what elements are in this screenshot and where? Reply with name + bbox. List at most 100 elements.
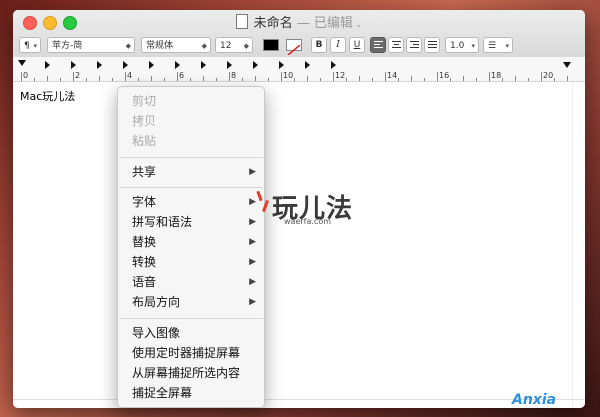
menu-item-copy[interactable]: 拷贝 [132, 113, 256, 129]
ruler-tick [346, 78, 347, 81]
paragraph-icon: ¶ [24, 41, 30, 51]
ruler-tick [320, 78, 321, 81]
ruler-tick [190, 78, 191, 81]
ruler-tick [60, 78, 61, 81]
menu-item-speech[interactable]: 语音 ▶ [132, 274, 256, 290]
submenu-arrow-icon: ▶ [249, 167, 256, 177]
bottom-divider [13, 399, 585, 400]
align-right-button[interactable] [406, 37, 422, 53]
menu-item-label: 布局方向 [132, 295, 181, 309]
background-color-well[interactable] [286, 39, 302, 56]
tab-stop-marker[interactable] [71, 61, 76, 69]
ruler-label: 10 [283, 71, 294, 80]
ruler-tick [502, 78, 503, 81]
tab-stop-marker[interactable] [123, 61, 128, 69]
ruler-tick [21, 72, 22, 81]
watermark-url: waerfa.com [284, 217, 332, 226]
ruler-tick [203, 76, 204, 81]
no-color-slash-icon [287, 44, 301, 56]
text-color-well[interactable] [263, 39, 279, 51]
ruler-tick [294, 78, 295, 81]
menu-item-capture-selection[interactable]: 从屏幕捕捉所选内容 [132, 365, 256, 381]
right-margin-marker[interactable] [563, 62, 571, 68]
menu-item-font[interactable]: 字体 ▶ [132, 194, 256, 210]
menu-separator [119, 187, 263, 188]
tab-stop-marker[interactable] [201, 61, 206, 69]
ruler-tick [138, 78, 139, 81]
document-text[interactable]: Mac玩儿法 [20, 88, 75, 104]
ruler[interactable]: 0 2 4 6 8 10 12 14 16 18 20 [13, 57, 585, 82]
format-toolbar: ¶ ▾ 苹方-简 ◆ 常规体 ◆ 12 ◆ B I U 1.0 ▾ ☰ ▾ [13, 35, 585, 57]
menu-item-spelling[interactable]: 拼写和语法 ▶ [132, 214, 256, 230]
ruler-tick [242, 78, 243, 81]
tab-stop-marker[interactable] [175, 61, 180, 69]
menu-item-label: 字体 [132, 195, 157, 209]
ruler-tick [359, 76, 360, 81]
ruler-label: 0 [23, 71, 29, 80]
ruler-tick [411, 76, 412, 81]
brand-watermark: Anxia [512, 392, 557, 408]
menu-item-import-image[interactable]: 导入图像 [132, 325, 256, 341]
align-center-button[interactable] [388, 37, 404, 53]
ruler-tick [398, 78, 399, 81]
menu-item-paste[interactable]: 粘贴 [132, 133, 256, 149]
underline-button[interactable]: U [349, 37, 365, 53]
menu-item-transformations[interactable]: 转换 ▶ [132, 254, 256, 270]
justify-button[interactable] [424, 37, 440, 53]
ruler-tick [554, 78, 555, 81]
line-spacing-popup[interactable]: 1.0 ▾ [445, 37, 479, 53]
ruler-tick [372, 78, 373, 81]
ruler-tick [86, 78, 87, 81]
ruler-tick [164, 78, 165, 81]
align-center-icon [391, 41, 401, 48]
menu-item-label: 替换 [132, 235, 157, 249]
italic-button[interactable]: I [330, 37, 346, 53]
bold-button[interactable]: B [311, 37, 327, 53]
watermark-logo-icon [256, 188, 272, 214]
font-style-popup[interactable]: 常规体 ◆ [141, 37, 211, 53]
scrollbar-track[interactable] [572, 82, 585, 408]
submenu-arrow-icon: ▶ [249, 257, 256, 267]
ruler-label: 14 [387, 71, 398, 80]
menu-item-capture-full-screen[interactable]: 捕捉全屏幕 [132, 385, 256, 401]
left-indent-marker[interactable] [18, 60, 26, 66]
ruler-tick [177, 72, 178, 81]
tab-stop-marker[interactable] [279, 61, 284, 69]
ruler-tick [437, 72, 438, 81]
menu-item-share[interactable]: 共享 ▶ [132, 164, 256, 180]
tab-stop-marker[interactable] [45, 61, 50, 69]
tab-stop-marker[interactable] [97, 61, 102, 69]
ruler-tick [424, 78, 425, 81]
document-area[interactable]: Mac玩儿法 [13, 82, 585, 408]
ruler-label: 6 [179, 71, 185, 80]
menu-item-substitutions[interactable]: 替换 ▶ [132, 234, 256, 250]
tab-stop-marker[interactable] [331, 61, 336, 69]
menu-item-label: 转换 [132, 255, 157, 269]
paragraph-style-popup[interactable]: ¶ ▾ [19, 37, 41, 53]
ruler-tick [463, 76, 464, 81]
font-family-popup[interactable]: 苹方-简 ◆ [47, 37, 135, 53]
chevron-down-icon: ⌄ [354, 20, 363, 30]
list-style-popup[interactable]: ☰ ▾ [483, 37, 513, 53]
font-size-combo[interactable]: 12 ◆ [215, 37, 253, 53]
align-left-button[interactable] [370, 37, 386, 53]
stepper-icon: ◆ [201, 42, 207, 50]
context-menu: 剪切 拷贝 粘贴 共享 ▶ 字体 ▶ 拼写和语法 ▶ 替换 ▶ 转换 ▶ 语音 ▶ 布局方向… [117, 86, 265, 408]
menu-item-timed-capture[interactable]: 使用定时器捕捉屏幕 [132, 345, 256, 361]
menu-item-label: 拼写和语法 [132, 215, 193, 229]
menu-item-layout-direction[interactable]: 布局方向 ▶ [132, 294, 256, 310]
tab-stop-marker[interactable] [227, 61, 232, 69]
tab-stop-marker[interactable] [149, 61, 154, 69]
window-title[interactable]: 未命名 — 已编辑 ⌄ [13, 14, 585, 33]
ruler-label: 18 [491, 71, 502, 80]
tab-stop-marker[interactable] [253, 61, 258, 69]
ruler-tick [34, 78, 35, 81]
ruler-tick [307, 76, 308, 81]
ruler-tick [476, 78, 477, 81]
font-family-value: 苹方-简 [52, 41, 83, 51]
menu-item-cut[interactable]: 剪切 [132, 93, 256, 109]
ruler-tick [528, 78, 529, 81]
ruler-tick [125, 72, 126, 81]
tab-stop-marker[interactable] [305, 61, 310, 69]
font-size-value: 12 [220, 41, 232, 51]
